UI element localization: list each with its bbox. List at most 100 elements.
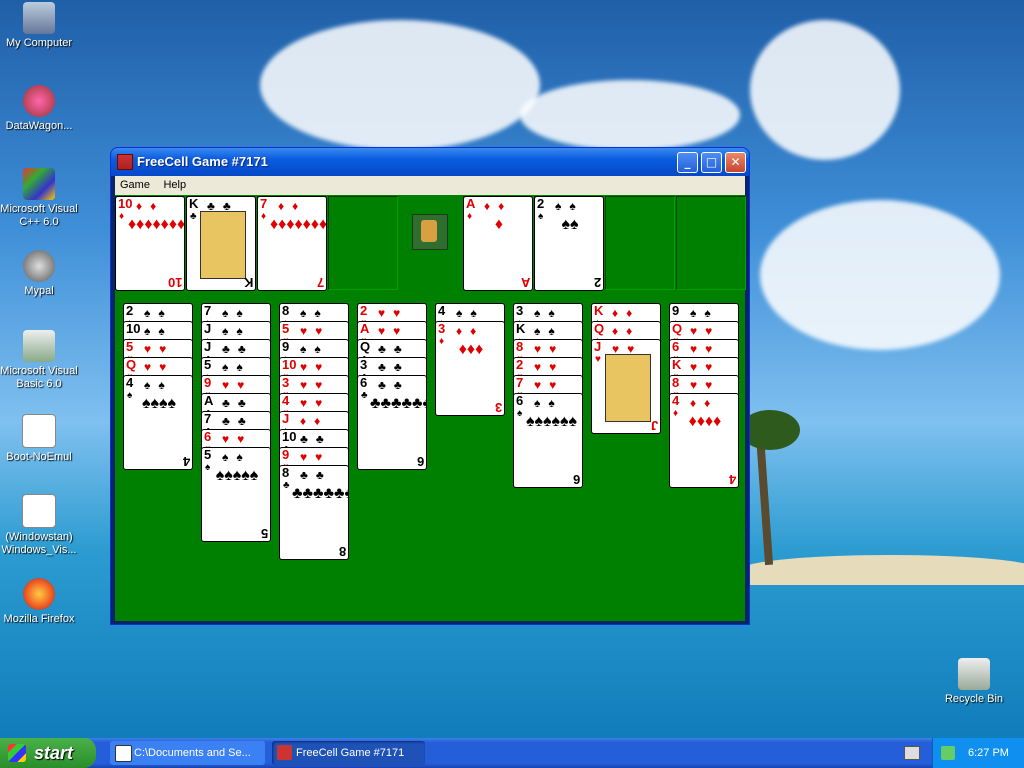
desktop-icon-visual-basic[interactable]: Microsoft Visual Basic 6.0: [0, 330, 78, 391]
free-cell-slot[interactable]: [328, 196, 398, 290]
menu-help[interactable]: Help: [158, 176, 191, 194]
desktop-icon-datawagon[interactable]: DataWagon...: [0, 85, 78, 133]
taskbar-item-freecell[interactable]: FreeCell Game #7171: [272, 741, 425, 765]
card-rank: 4: [126, 375, 134, 390]
card-rank: 5: [282, 321, 290, 336]
foundation-slot[interactable]: [605, 196, 675, 290]
card-rank: 2: [126, 303, 134, 318]
card-pips-top: ♠♠: [222, 324, 251, 338]
card-pips-top: ♠♠: [534, 324, 563, 338]
card-pips-top: ♣♣: [222, 396, 254, 410]
card-pips-top: ♠♠: [222, 306, 251, 320]
card-rank: A: [204, 393, 214, 408]
taskbar: start C:\Documents and Se... FreeCell Ga…: [0, 738, 1024, 768]
card-rank-bottom: 4: [728, 472, 736, 487]
freecell-app-icon[interactable]: [117, 154, 133, 170]
card-rank-bottom: 6: [572, 472, 580, 487]
close-button[interactable]: ✕: [725, 152, 746, 173]
visual-basic-icon: [23, 330, 55, 362]
foundation-card[interactable]: A ♦ ♦♦ ♦ A: [463, 196, 533, 291]
desktop-icon-label: Microsoft Visual C++ 6.0: [0, 203, 78, 228]
card-suit: ♠: [517, 408, 523, 419]
tableau-card[interactable]: J ♥ ♥♥ J: [591, 339, 661, 434]
card-pips-top: ♥♥: [300, 378, 331, 392]
card-pips-top: ♠♠: [222, 360, 251, 374]
card-pips-top: ♥♥: [534, 378, 565, 392]
menu-game[interactable]: Game: [115, 176, 155, 194]
card-pips-top: ♥♥: [222, 378, 253, 392]
freecell-icon: [277, 745, 292, 760]
card-rank: 2: [537, 196, 545, 211]
card-rank: 4: [282, 393, 290, 408]
card-rank-bottom: 2: [593, 275, 601, 290]
card-pips: ♠♠: [561, 216, 579, 233]
card-rank: 4: [438, 303, 446, 318]
card-rank: 2: [516, 357, 524, 372]
keyboard-icon[interactable]: [904, 746, 920, 760]
maximize-button[interactable]: □: [701, 152, 722, 173]
card-suit: ♦: [261, 211, 267, 222]
clock[interactable]: 6:27 PM: [968, 738, 1009, 768]
card-suit: ♦: [439, 336, 445, 347]
desktop-icon-firefox[interactable]: Mozilla Firefox: [0, 578, 78, 626]
tableau-card[interactable]: 4 ♦ ♦♦ ♦♦♦♦ 4: [669, 393, 739, 488]
desktop-icon-windowstan[interactable]: (Windowstan) Windows_Vis...: [0, 494, 78, 557]
island: [740, 555, 1024, 585]
card-pips-top: ♠♠: [222, 450, 251, 464]
desktop-icon-boot-noemul[interactable]: Boot-NoEmul: [0, 414, 78, 464]
card-pips-top: ♥♥: [690, 324, 721, 338]
desktop-icon-mypal[interactable]: Mypal: [0, 250, 78, 298]
7z-icon: [115, 745, 132, 762]
card-pips-top: ♣♣: [300, 468, 332, 482]
cloud: [760, 200, 1000, 350]
card-rank: 8: [516, 339, 524, 354]
court-card-face: [605, 354, 651, 422]
tableau-card[interactable]: 5 ♠ ♠♠ ♠♠♠♠♠ 5: [201, 447, 271, 542]
freecell-window: FreeCell Game #7171 _ □ ✕ Game Help 10 ♦ ♦…: [110, 147, 750, 625]
free-cell-card[interactable]: 7 ♦ ♦♦ ♦♦♦♦♦♦♦ 7: [257, 196, 327, 291]
card-rank-bottom: 5: [260, 526, 268, 541]
card-pips-top: ♦♦: [690, 396, 719, 410]
tableau-card[interactable]: 4 ♠ ♠♠ ♠♠♠♠ 4: [123, 375, 193, 470]
foundation-card[interactable]: 2 ♠ ♠♠ ♠♠ 2: [534, 196, 604, 291]
card-pips-top: ♦♦: [300, 414, 329, 428]
7z-file-icon: [22, 414, 56, 448]
card-pips-top: ♣♣: [378, 378, 410, 392]
card-suit: ♣: [190, 211, 197, 222]
card-pips-top: ♣♣: [222, 414, 254, 428]
tableau-card[interactable]: 6 ♣ ♣♣ ♣♣♣♣♣♣ 6: [357, 375, 427, 470]
card-rank: K: [189, 196, 199, 211]
desktop-icon-label: Recycle Bin: [944, 693, 1004, 705]
network-icon[interactable]: [941, 746, 955, 760]
card-rank: 2: [360, 303, 368, 318]
card-rank: 8: [282, 303, 290, 318]
card-pips-top: ♦♦: [484, 199, 513, 213]
card-rank: 6: [516, 393, 524, 408]
free-cell-card[interactable]: 10♦♦♦♦♦♦♦♦♦♦♦♦♦10: [115, 196, 185, 291]
card-pips-top: ♠♠: [144, 378, 173, 392]
minimize-button[interactable]: _: [677, 152, 698, 173]
foundation-slot[interactable]: [676, 196, 746, 290]
card-pips: ♦♦♦♦♦♦♦♦♦♦: [128, 216, 185, 233]
card-suit: ♣: [361, 390, 368, 401]
desktop-icon-visual-cpp[interactable]: Microsoft Visual C++ 6.0: [0, 168, 78, 229]
tableau-card[interactable]: 6 ♠ ♠♠ ♠♠♠♠♠♠ 6: [513, 393, 583, 488]
desktop-icon-recycle-bin[interactable]: Recycle Bin: [935, 658, 1013, 706]
card-suit: ♣: [283, 480, 290, 491]
tableau-card[interactable]: 3 ♦ ♦♦ ♦♦♦ 3: [435, 321, 505, 416]
card-rank: 3: [282, 375, 290, 390]
card-pips: ♠♠♠♠: [142, 395, 176, 412]
free-cell-card[interactable]: K ♣ ♣♣ K: [186, 196, 256, 291]
taskbar-item-documents[interactable]: C:\Documents and Se...: [110, 741, 265, 765]
king-face-icon: [412, 214, 448, 250]
card-rank: 4: [672, 393, 680, 408]
card-pips-top: ♣♣: [378, 360, 410, 374]
tableau-card[interactable]: 8♣♣♣♣♣♣♣♣♣♣♣8: [279, 465, 349, 560]
desktop-icon-label: Microsoft Visual Basic 6.0: [0, 365, 78, 390]
title-bar[interactable]: FreeCell Game #7171 _ □ ✕: [111, 148, 749, 176]
card-rank: 10: [282, 357, 297, 372]
7z-file-icon: [22, 494, 56, 528]
card-pips-top: ♥♥: [300, 450, 331, 464]
start-button[interactable]: start: [0, 738, 96, 768]
desktop-icon-my-computer[interactable]: My Computer: [0, 2, 78, 50]
